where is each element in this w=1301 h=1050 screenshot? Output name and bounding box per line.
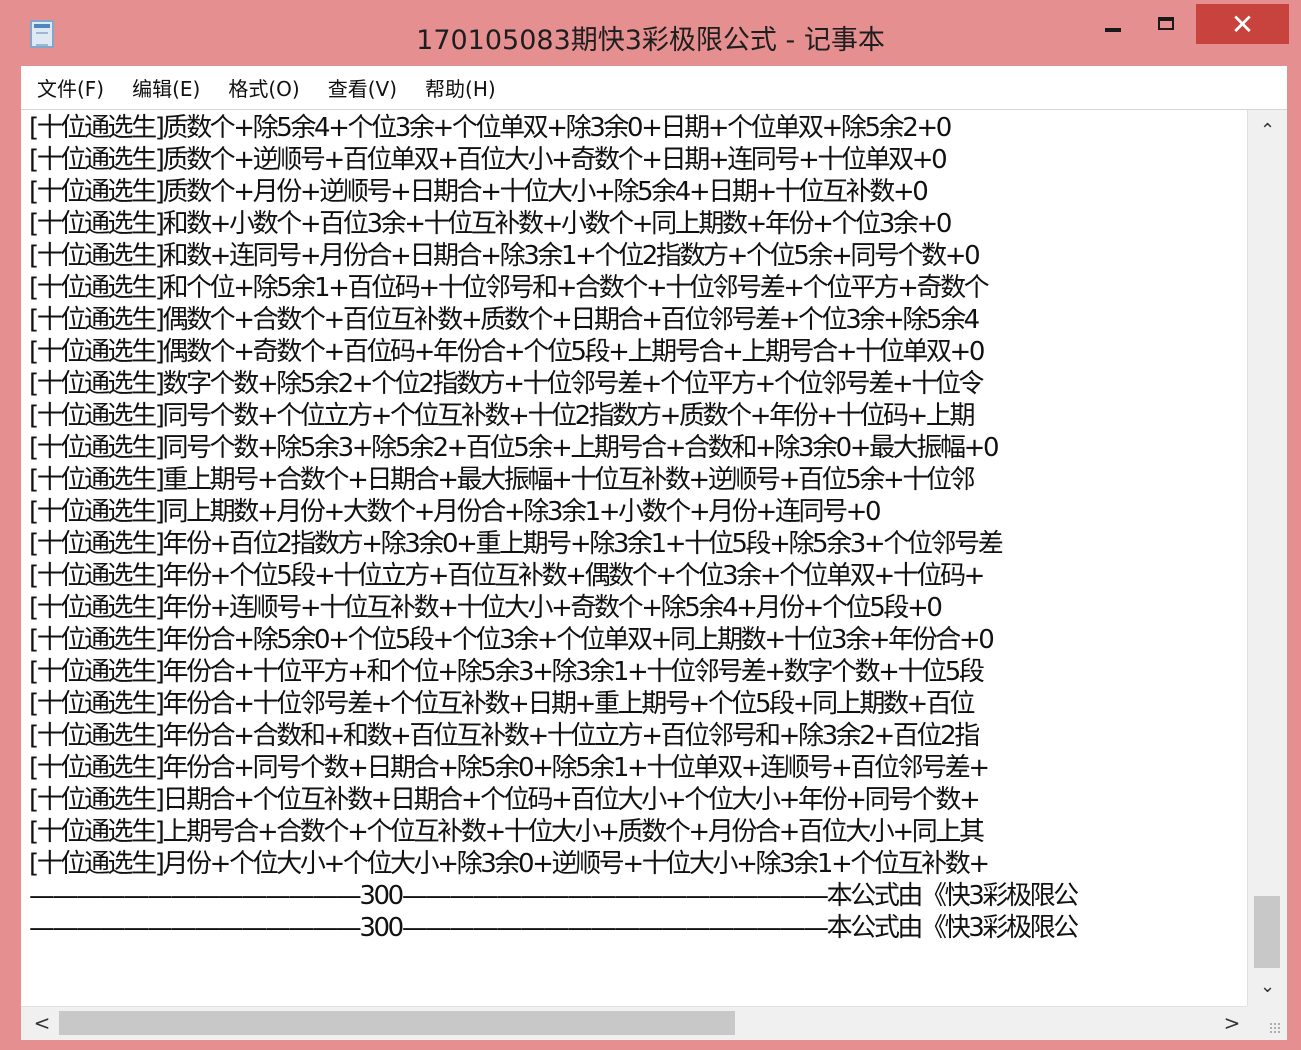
menu-edit[interactable]: 编辑(E) — [130, 71, 202, 104]
menu-format[interactable]: 格式(O) — [226, 71, 301, 104]
menu-view[interactable]: 查看(V) — [326, 71, 399, 104]
text-line: [十位通选生]重上期号+合数个+日期合+最大振幅+十位互补数+逆顺号+百位5余+… — [29, 465, 976, 495]
separator-line: ——————————————300——————————————————本公式由《… — [29, 913, 1079, 943]
text-line: [十位通选生]年份合+同号个数+日期合+除5余0+除5余1+十位单双+连顺号+百… — [29, 753, 990, 783]
text-line: [十位通选生]数字个数+除5余2+个位2指数方+十位邻号差+个位平方+个位邻号差… — [29, 369, 984, 399]
vertical-scrollbar[interactable]: ⌃ ⌄ — [1247, 110, 1287, 1006]
text-line: [十位通选生]质数个+月份+逆顺号+日期合+十位大小+除5余4+日期+十位互补数… — [29, 177, 929, 207]
text-line: [十位通选生]年份合+合数和+和数+百位互补数+十位立方+百位邻号和+除3余2+… — [29, 721, 980, 751]
horizontal-scrollbar[interactable]: < > — [21, 1006, 1247, 1040]
text-line: [十位通选生]上期号合+合数个+个位互补数+十位大小+质数个+月份合+百位大小+… — [29, 817, 985, 847]
vertical-scroll-thumb[interactable] — [1254, 896, 1280, 968]
text-line: [十位通选生]年份合+十位邻号差+个位互补数+日期+重上期号+个位5段+同上期数… — [29, 689, 976, 719]
menu-help[interactable]: 帮助(H) — [423, 71, 498, 104]
text-line: [十位通选生]同号个数+除5余3+除5余2+百位5余+上期号合+合数和+除3余0… — [29, 433, 1000, 463]
text-line: [十位通选生]年份+百位2指数方+除3余0+重上期号+除3余1+十位5段+除5余… — [29, 529, 1004, 559]
separator-line: ——————————————300——————————————————本公式由《… — [29, 881, 1079, 911]
scroll-right-icon[interactable]: > — [1217, 1007, 1247, 1041]
maximize-icon — [1158, 16, 1174, 30]
text-content[interactable]: [十位通选生]质数个+除5余4+个位3余+个位单双+除3余0+日期+个位单双+除… — [29, 112, 1247, 1002]
text-line: [十位通选生]年份合+十位平方+和个位+除5余3+除3余1+十位邻号差+数字个数… — [29, 657, 985, 687]
text-line: [十位通选生]质数个+逆顺号+百位单双+百位大小+奇数个+日期+连同号+十位单双… — [29, 145, 948, 175]
text-line: [十位通选生]月份+个位大小+个位大小+除3余0+逆顺号+十位大小+除3余1+个… — [29, 849, 990, 879]
text-line: [十位通选生]和个位+除5余1+百位码+十位邻号和+合数个+十位邻号差+个位平方… — [29, 273, 990, 303]
text-line: [十位通选生]偶数个+奇数个+百位码+年份合+个位5段+上期号合+上期号合+十位… — [29, 337, 985, 367]
scroll-up-icon[interactable]: ⌃ — [1248, 116, 1287, 146]
resize-grip-icon[interactable] — [1269, 1022, 1281, 1034]
text-line: [十位通选生]年份+个位5段+十位立方+百位互补数+偶数个+个位3余+个位单双+… — [29, 561, 985, 591]
menu-bar: 文件(F) 编辑(E) 格式(O) 查看(V) 帮助(H) — [21, 66, 1287, 110]
text-line: [十位通选生]和数+小数个+百位3余+十位互补数+小数个+同上期数+年份+个位3… — [29, 209, 952, 239]
maximize-button[interactable] — [1143, 4, 1189, 42]
text-line: [十位通选生]同号个数+个位立方+个位互补数+十位2指数方+质数个+年份+十位码… — [29, 401, 976, 431]
horizontal-scroll-thumb[interactable] — [59, 1011, 735, 1035]
scrollbar-corner — [1247, 1006, 1287, 1040]
text-line: [十位通选生]日期合+个位互补数+日期合+个位码+百位大小+个位大小+年份+同号… — [29, 785, 981, 815]
minimize-icon — [1105, 28, 1121, 32]
close-icon: ✕ — [1230, 7, 1255, 41]
minimize-button[interactable] — [1090, 4, 1136, 42]
text-line: [十位通选生]质数个+除5余4+个位3余+个位单双+除3余0+日期+个位单双+除… — [29, 113, 952, 143]
scroll-down-icon[interactable]: ⌄ — [1248, 972, 1287, 1002]
text-line: [十位通选生]同上期数+月份+大数个+月份合+除3余1+小数个+月份+连同号+0 — [29, 497, 882, 527]
notepad-window: 170105083期快3彩极限公式 - 记事本 ✕ 文件(F) 编辑(E) 格式… — [0, 0, 1301, 1050]
text-line: [十位通选生]和数+连同号+月份合+日期合+除3余1+个位2指数方+个位5余+同… — [29, 241, 981, 271]
title-bar[interactable]: 170105083期快3彩极限公式 - 记事本 ✕ — [0, 0, 1301, 66]
text-line: [十位通选生]偶数个+合数个+百位互补数+质数个+日期合+百位邻号差+个位3余+… — [29, 305, 980, 335]
scroll-left-icon[interactable]: < — [27, 1007, 57, 1041]
text-line: [十位通选生]年份+连顺号+十位互补数+十位大小+奇数个+除5余4+月份+个位5… — [29, 593, 943, 623]
text-editor[interactable]: [十位通选生]质数个+除5余4+个位3余+个位单双+除3余0+日期+个位单双+除… — [21, 110, 1287, 1006]
close-button[interactable]: ✕ — [1196, 4, 1289, 44]
menu-file[interactable]: 文件(F) — [35, 71, 106, 104]
text-line: [十位通选生]年份合+除5余0+个位5段+个位3余+个位单双+同上期数+十位3余… — [29, 625, 995, 655]
